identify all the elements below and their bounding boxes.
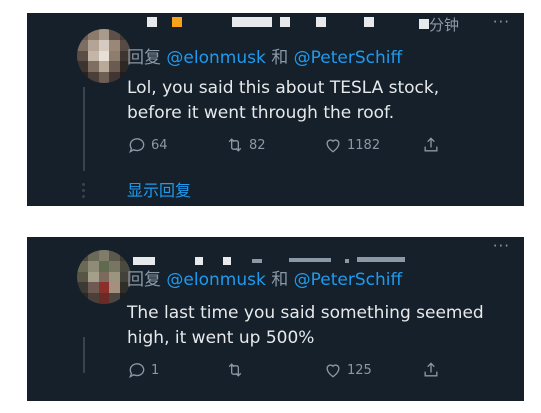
tweet-text-line: before it went through the roof. xyxy=(127,103,395,123)
tweet-text-line: Lol, you said this about TESLA stock, xyxy=(127,78,440,98)
redacted-handle xyxy=(252,259,262,263)
retweet-icon xyxy=(228,138,242,152)
redacted-name xyxy=(232,17,272,27)
retweet-button[interactable]: 82 xyxy=(225,134,266,156)
tweet-card[interactable]: ··· 回复 @elonmusk 和 @PeterSchiff The last… xyxy=(27,237,524,401)
redacted-badge xyxy=(172,17,182,27)
share-icon xyxy=(424,362,438,377)
thread-line xyxy=(83,337,85,373)
thread-dots xyxy=(82,183,86,199)
mention-peterschiff[interactable]: @PeterSchiff xyxy=(294,48,403,68)
tweet-text-line: high, it went up 500% xyxy=(127,328,315,348)
like-icon xyxy=(326,139,340,153)
avatar[interactable] xyxy=(77,29,131,83)
reply-icon xyxy=(129,363,145,379)
redacted-handle xyxy=(223,257,231,265)
mention-elonmusk[interactable]: @elonmusk xyxy=(166,270,265,290)
redacted-name xyxy=(133,257,155,265)
replying-to: 回复 @elonmusk 和 @PeterSchiff xyxy=(127,47,402,69)
mention-elonmusk[interactable]: @elonmusk xyxy=(166,48,265,68)
share-icon xyxy=(424,137,438,152)
redacted-handle xyxy=(364,17,374,27)
more-options-icon[interactable]: ··· xyxy=(493,237,510,255)
tweet-text-line: The last time you said something seemed xyxy=(127,303,484,323)
tweet-actions: 64 82 1182 xyxy=(127,134,457,156)
retweet-button[interactable] xyxy=(225,359,249,381)
avatar[interactable] xyxy=(77,250,131,304)
like-count: 1182 xyxy=(347,137,381,153)
share-button[interactable] xyxy=(421,359,441,381)
reply-prefix: 回复 xyxy=(127,48,161,68)
tweet-card[interactable]: 分钟 ··· 回复 @elonmusk 和 @PeterSchiff Lol, … xyxy=(27,13,524,206)
redacted-handle xyxy=(316,17,326,27)
mention-peterschiff[interactable]: @PeterSchiff xyxy=(294,270,403,290)
redacted-handle xyxy=(289,258,331,262)
redacted-time xyxy=(357,257,405,262)
reply-button[interactable]: 1 xyxy=(127,359,159,381)
share-button[interactable] xyxy=(421,134,441,156)
like-count: 125 xyxy=(347,362,372,378)
tweet-text: Lol, you said this about TESLA stock, be… xyxy=(127,76,439,126)
more-options-icon[interactable]: ··· xyxy=(493,13,510,31)
reply-prefix: 回复 xyxy=(127,270,161,290)
retweet-count: 82 xyxy=(249,137,266,153)
redacted-name xyxy=(195,257,203,265)
mention-connector: 和 xyxy=(271,48,289,68)
tweet-timestamp[interactable]: 分钟 xyxy=(429,16,459,34)
replying-to: 回复 @elonmusk 和 @PeterSchiff xyxy=(127,269,402,291)
tweet-actions: 1 125 xyxy=(127,359,457,381)
redacted-time xyxy=(419,19,429,29)
tweet-text: The last time you said something seemed … xyxy=(127,301,484,351)
reply-icon xyxy=(129,138,145,154)
show-replies-link[interactable]: 显示回复 xyxy=(127,181,191,201)
retweet-icon xyxy=(228,363,242,377)
reply-count: 64 xyxy=(151,137,168,153)
like-button[interactable]: 125 xyxy=(323,359,372,381)
mention-connector: 和 xyxy=(271,270,289,290)
like-icon xyxy=(326,364,340,378)
reply-button[interactable]: 64 xyxy=(127,134,168,156)
redacted-handle xyxy=(280,17,290,27)
redacted-name xyxy=(147,17,157,27)
thread-line xyxy=(83,87,85,171)
reply-count: 1 xyxy=(151,362,160,378)
like-button[interactable]: 1182 xyxy=(323,134,380,156)
redacted-handle xyxy=(345,259,349,263)
